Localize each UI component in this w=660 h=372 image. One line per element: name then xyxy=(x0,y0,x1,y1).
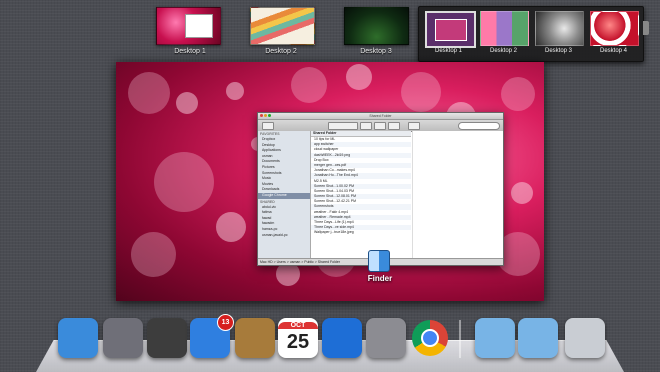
chrome-icon[interactable] xyxy=(410,318,450,358)
bokeh-circle xyxy=(401,72,441,112)
sidebar-item[interactable]: usman-javaid-pc xyxy=(258,233,310,239)
window-controls xyxy=(260,114,271,117)
photos-icon[interactable] xyxy=(147,318,187,358)
bokeh-circle xyxy=(131,232,176,277)
share-button[interactable] xyxy=(388,122,400,130)
applications-folder-icon[interactable] xyxy=(475,318,515,358)
desktop-1-window-preview xyxy=(185,14,213,38)
launchpad-icon[interactable] xyxy=(103,318,143,358)
desktop-3-thumbnail[interactable] xyxy=(344,7,409,45)
arrange-button[interactable] xyxy=(360,122,372,130)
active-app-label: Finder xyxy=(367,274,393,283)
overlay-desktop-4[interactable] xyxy=(590,11,639,46)
finder-sidebar: FAVORITES Dropbox Desktop Applications u… xyxy=(258,131,311,259)
overlay-desktop-3-label: Desktop 3 xyxy=(544,48,572,54)
dock-divider xyxy=(459,320,461,358)
app-store-icon[interactable]: 13 xyxy=(190,314,234,358)
finder-preview-column xyxy=(412,131,503,259)
action-button[interactable] xyxy=(374,122,386,130)
bokeh-circle xyxy=(176,92,198,114)
notification-badge: 13 xyxy=(217,314,234,331)
view-mode-buttons[interactable] xyxy=(328,122,358,130)
file-list-item[interactable]: Wallpaper j...true18e.jpeg xyxy=(311,230,411,235)
bokeh-circle xyxy=(216,212,246,242)
bokeh-circle xyxy=(226,82,244,100)
quick-look-button[interactable] xyxy=(408,122,420,130)
zoom-icon[interactable] xyxy=(268,114,271,117)
bokeh-circle xyxy=(291,67,327,103)
bokeh-circle xyxy=(154,152,214,212)
bokeh-circle xyxy=(128,72,170,114)
close-icon[interactable] xyxy=(260,114,263,117)
finder-icon[interactable] xyxy=(58,318,98,358)
calendar-icon[interactable]: OCT 25 xyxy=(278,318,318,358)
desktop-switcher-overlay: Desktop 1 Desktop 2 Desktop 3 Desktop 4 xyxy=(418,6,649,62)
trash-icon[interactable] xyxy=(565,318,605,358)
finder-window[interactable]: Shared Folder FAVORITES Dropbox Desktop … xyxy=(257,112,504,266)
bokeh-circle xyxy=(346,64,372,90)
desktop-2-thumbnail[interactable] xyxy=(250,7,315,45)
finder-titlebar[interactable]: Shared Folder xyxy=(258,113,503,120)
desktop-3-label: Desktop 3 xyxy=(360,48,392,55)
overlay-desktop-1[interactable] xyxy=(425,11,476,48)
overlay-desktop-2[interactable] xyxy=(480,11,529,46)
desktop-2-label: Desktop 2 xyxy=(265,48,297,55)
overlay-window-preview xyxy=(435,19,467,41)
calendar-day: 25 xyxy=(286,330,310,353)
back-forward-button[interactable] xyxy=(262,122,274,130)
finder-title: Shared Folder xyxy=(369,114,392,118)
minimize-icon[interactable] xyxy=(264,114,267,117)
chrome-center xyxy=(421,329,439,347)
overlay-desktop-1-label: Desktop 1 xyxy=(434,48,462,54)
add-desktop-tab[interactable] xyxy=(643,21,649,35)
desktop-1-label: Desktop 1 xyxy=(174,48,206,55)
contacts-icon[interactable] xyxy=(235,318,275,358)
file-rows: 10 tips for ML app switcher cloud wallpape… xyxy=(311,137,411,236)
overlay-desktop-3[interactable] xyxy=(535,11,584,46)
search-input[interactable] xyxy=(458,122,500,130)
bokeh-circle xyxy=(501,77,535,111)
finder-app-icon[interactable] xyxy=(368,250,390,272)
overlay-desktop-4-label: Desktop 4 xyxy=(599,48,627,54)
bokeh-circle xyxy=(511,182,533,204)
desktop-1-thumbnail[interactable] xyxy=(156,7,221,45)
documents-folder-icon[interactable] xyxy=(518,318,558,358)
itunes-icon[interactable] xyxy=(322,318,362,358)
system-preferences-icon[interactable] xyxy=(366,318,406,358)
chrome-logo xyxy=(412,320,448,356)
overlay-desktop-2-label: Desktop 2 xyxy=(489,48,517,54)
calendar-month: OCT xyxy=(278,321,318,329)
finder-file-list: Shared Folder 10 tips for ML app switcher… xyxy=(311,131,411,259)
